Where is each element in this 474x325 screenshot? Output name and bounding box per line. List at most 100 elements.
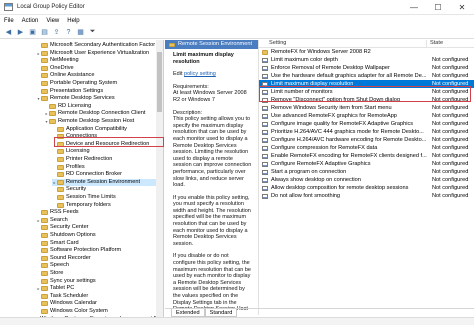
view-tabs: Extended Standard	[165, 308, 474, 317]
policy-tree[interactable]: Microsoft Secondary Authentication Facto…	[0, 40, 164, 325]
up-folder-icon[interactable]: ▣	[27, 27, 38, 38]
tree-item-label: Smart Card	[50, 239, 79, 246]
setting-row[interactable]: Always show desktop on connection Not con…	[259, 176, 474, 184]
tree-item[interactable]: NetMeeting	[36, 57, 163, 64]
minimize-button[interactable]: —	[402, 0, 426, 15]
properties-icon[interactable]: ▤	[39, 27, 50, 38]
setting-name: Do not allow font smoothing	[271, 193, 341, 199]
tree-item[interactable]: Sound Recorder	[36, 255, 163, 262]
tree-item[interactable]: Windows Color System	[36, 308, 163, 315]
settings-list[interactable]: Setting State RemoteFX for Windows Serve…	[258, 40, 474, 315]
tree-item[interactable]: ▸ Remote Desktop Connection Client	[44, 110, 163, 117]
tree-item[interactable]: Portable Operating System	[36, 80, 163, 87]
tree-item[interactable]: Task Scheduler	[36, 293, 163, 300]
folder-icon	[41, 293, 48, 299]
tree-item[interactable]: Store	[36, 270, 163, 277]
setting-row[interactable]: Prioritize H.264/AVC 444 graphics mode f…	[259, 128, 474, 136]
setting-row[interactable]: Enforce Removal of Remote Desktop Wallpa…	[259, 64, 474, 72]
setting-state: Not configured	[432, 177, 469, 183]
tree-item[interactable]: RSS Feeds	[36, 209, 163, 216]
help-icon[interactable]: ?	[63, 27, 74, 38]
toolbar: ◀ ▶ ▣ ▤ ⇪ ? ▦ ⏷	[0, 26, 474, 39]
tree-scrollbar[interactable]	[156, 40, 163, 325]
tree-item[interactable]: ▾ Remote Desktop Services	[36, 95, 163, 102]
tree-item[interactable]: ▸ Microsoft User Experience Virtualizatio…	[36, 50, 163, 57]
tree-item[interactable]: Smart Card	[36, 239, 163, 247]
folder-icon	[41, 240, 48, 246]
close-button[interactable]: ✕	[450, 0, 474, 15]
setting-row[interactable]: RemoteFX for Windows Server 2008 R2	[259, 48, 474, 56]
edit-policy-line: Edit policy setting	[173, 71, 252, 78]
tree-item[interactable]: Application Compatibility	[52, 126, 163, 133]
tree-item-label: Remote Desktop Connection Client	[58, 110, 146, 117]
setting-row[interactable]: Configure compression for RemoteFX data N…	[259, 144, 474, 152]
forward-icon[interactable]: ▶	[15, 27, 26, 38]
tree-item[interactable]: Temporary folders	[52, 202, 163, 209]
tree-item[interactable]: Security Center	[36, 224, 163, 231]
tree-item[interactable]: Windows Calendar	[36, 300, 163, 307]
menu-action[interactable]: Action	[22, 18, 39, 24]
menu-file[interactable]: File	[4, 18, 14, 24]
tree-item[interactable]: Microsoft Secondary Authentication Facto…	[36, 42, 163, 49]
export-icon[interactable]: ⇪	[51, 27, 62, 38]
tree-item[interactable]: Shutdown Options	[36, 232, 163, 239]
edit-prefix: Edit	[173, 71, 185, 78]
highlight-box-setting	[259, 86, 471, 102]
setting-row[interactable]: Start a program on connection Not configu…	[259, 168, 474, 176]
maximize-button[interactable]: ☐	[426, 0, 450, 15]
setting-row[interactable]: Enable RemoteFX encoding for RemoteFX cl…	[259, 152, 474, 160]
tree-item[interactable]: Session Time Limits	[52, 194, 163, 201]
folder-icon	[41, 263, 48, 269]
tree-item[interactable]: RD Connection Broker	[52, 171, 163, 178]
setting-row[interactable]: Limit maximum color depth Not configured	[259, 56, 474, 64]
description-p1: This policy setting allows you to specif…	[173, 116, 252, 189]
menu-view[interactable]: View	[46, 18, 59, 24]
setting-row[interactable]: Do not allow font smoothing Not configure…	[259, 192, 474, 200]
tab-extended[interactable]: Extended	[171, 309, 205, 317]
setting-row[interactable]: Configure RemoteFX Adaptive Graphics Not …	[259, 160, 474, 168]
policy-setting-icon	[262, 129, 268, 135]
view-icon[interactable]: ▦	[75, 27, 86, 38]
policy-setting-icon	[262, 73, 268, 79]
tree-item[interactable]: RD Licensing	[44, 103, 163, 110]
setting-row[interactable]: Allow desktop composition for remote des…	[259, 184, 474, 192]
edit-policy-link[interactable]: policy setting	[184, 71, 216, 77]
folder-icon	[169, 42, 175, 47]
tree-item[interactable]: Printer Redirection	[52, 156, 163, 163]
setting-name: Configure image quality for RemoteFX Ada…	[271, 121, 414, 127]
tree-scrollbar-thumb[interactable]	[157, 52, 162, 112]
back-icon[interactable]: ◀	[3, 27, 14, 38]
setting-row[interactable]: Configure H.264/AVC hardware encoding fo…	[259, 136, 474, 144]
menu-bar: File Action View Help	[0, 15, 474, 26]
tree-item[interactable]: Speech	[36, 262, 163, 269]
tree-item[interactable]: Sync your settings	[36, 278, 163, 285]
column-setting[interactable]: Setting	[259, 40, 427, 47]
tree-item[interactable]: ▾ Remote Desktop Session Host	[44, 118, 163, 125]
tree-item[interactable]: ▸ Search	[36, 217, 163, 224]
tree-item[interactable]: Online Assistance	[36, 72, 163, 79]
menu-help[interactable]: Help	[67, 18, 79, 24]
tree-item-label: Windows Color System	[50, 308, 108, 314]
tree-item-label: OneDrive	[50, 64, 74, 71]
setting-state: Not configured	[432, 65, 469, 71]
folder-icon	[49, 111, 56, 117]
folder-icon	[41, 255, 48, 261]
tree-item[interactable]: Licensing	[52, 148, 163, 155]
tree-item[interactable]: OneDrive	[36, 64, 163, 72]
column-state[interactable]: State	[427, 40, 474, 47]
setting-name: Always show desktop on connection	[271, 177, 361, 183]
setting-row[interactable]: Use advanced RemoteFX graphics for Remot…	[259, 112, 474, 120]
tree-item[interactable]: Profiles	[52, 164, 163, 171]
tree-item[interactable]: ▸ Tablet PC	[36, 285, 163, 292]
setting-row[interactable]: Configure image quality for RemoteFX Ada…	[259, 120, 474, 128]
highlight-box-tree	[54, 137, 164, 147]
setting-row[interactable]: Use the hardware default graphics adapte…	[259, 72, 474, 80]
setting-row[interactable]: Remove Windows Security item from Start …	[259, 104, 474, 112]
filter-icon[interactable]: ⏷	[87, 27, 98, 38]
tree-item[interactable]: Presentation Settings	[36, 88, 163, 95]
tree-item[interactable]: ▸ Remote Session Environment	[52, 178, 163, 186]
setting-state: Not configured	[432, 193, 469, 199]
tree-item[interactable]: Software Protection Platform	[36, 247, 163, 254]
tree-item[interactable]: Security	[52, 186, 163, 193]
tab-standard[interactable]: Standard	[204, 309, 238, 317]
